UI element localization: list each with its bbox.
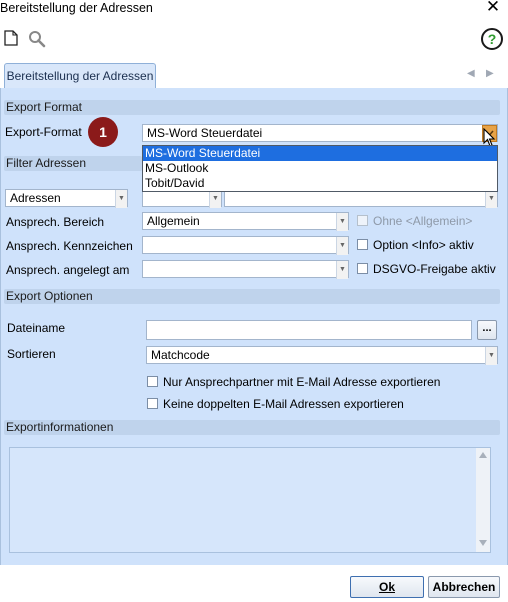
chevron-down-icon[interactable]: ▼	[209, 190, 221, 208]
step-badge: 1	[88, 117, 118, 147]
ohne-allgemein-checkbox[interactable]	[357, 215, 368, 226]
sortieren-label: Sortieren	[7, 347, 56, 361]
ansprech-bereich-value: Allgemein	[147, 214, 200, 228]
option-info-checkbox[interactable]	[357, 239, 368, 250]
option-info-label: Option <Info> aktiv	[373, 238, 474, 252]
export-format-label: Export-Format	[5, 125, 82, 139]
dsgvo-label: DSGVO-Freigabe aktiv	[373, 262, 496, 276]
scroll-up-icon[interactable]	[479, 452, 487, 458]
dsgvo-checkbox[interactable]	[357, 263, 368, 274]
toolbar	[0, 18, 508, 60]
cancel-button[interactable]: Abbrechen	[428, 576, 500, 598]
ok-button[interactable]: Ok	[350, 576, 424, 598]
dateiname-label: Dateiname	[7, 321, 66, 335]
filter-type-select[interactable]: Adressen ▼	[5, 189, 128, 208]
sortieren-value: Matchcode	[151, 348, 210, 362]
ansprech-kennzeichen-label: Ansprech. Kennzeichen	[6, 239, 133, 253]
tab-scroll-left-icon[interactable]: ◀	[467, 68, 475, 79]
browse-button[interactable]: ...	[477, 320, 497, 340]
dropdown-option-ms-outlook[interactable]: MS-Outlook	[143, 161, 497, 176]
no-duplicates-label: Keine doppelten E-Mail Adressen exportie…	[163, 397, 404, 411]
section-export-format: Export Format	[4, 100, 500, 115]
new-document-icon[interactable]	[4, 30, 18, 46]
only-email-label: Nur Ansprechpartner mit E-Mail Adresse e…	[163, 375, 441, 389]
chevron-down-icon[interactable]: ▼	[336, 261, 348, 279]
export-info-scrollbar[interactable]	[476, 448, 490, 552]
ansprech-bereich-select[interactable]: Allgemein ▼	[142, 212, 349, 231]
chevron-down-icon[interactable]: ▼	[115, 190, 127, 208]
search-icon[interactable]	[28, 30, 46, 48]
tab-scroll-right-icon[interactable]: ▶	[486, 68, 494, 79]
ansprech-angelegt-select[interactable]: ▼	[142, 260, 349, 279]
ansprech-angelegt-label: Ansprech. angelegt am	[6, 263, 130, 277]
help-icon[interactable]: ?	[481, 28, 503, 50]
export-format-select[interactable]: MS-Word Steuerdatei	[142, 124, 498, 142]
ansprech-kennzeichen-select[interactable]: ▼	[142, 236, 349, 255]
no-duplicates-checkbox[interactable]	[147, 398, 158, 409]
ohne-allgemein-label: Ohne <Allgemein>	[373, 214, 473, 228]
export-format-value: MS-Word Steuerdatei	[147, 126, 263, 140]
section-filter-adressen: Filter Adressen	[4, 156, 142, 171]
sortieren-select[interactable]: Matchcode ▼	[146, 346, 498, 365]
chevron-down-icon[interactable]: ▼	[485, 190, 497, 208]
dateiname-input[interactable]	[146, 320, 472, 340]
dropdown-option-ms-word[interactable]: MS-Word Steuerdatei	[143, 146, 497, 161]
scroll-down-icon[interactable]	[479, 540, 487, 546]
only-email-checkbox[interactable]	[147, 376, 158, 387]
export-format-dropdown-list: MS-Word Steuerdatei MS-Outlook Tobit/Dav…	[142, 145, 498, 192]
section-export-optionen: Export Optionen	[4, 289, 500, 304]
filter-type-value: Adressen	[10, 191, 61, 205]
section-exportinformationen: Exportinformationen	[4, 420, 500, 435]
tab-bereitstellung[interactable]: Bereitstellung der Adressen	[4, 63, 156, 89]
chevron-down-icon[interactable]: ▼	[485, 347, 497, 365]
export-info-textarea[interactable]	[9, 447, 491, 553]
chevron-down-icon[interactable]: ▼	[336, 213, 348, 231]
dropdown-option-tobit-david[interactable]: Tobit/David	[143, 176, 497, 191]
window-title: Bereitstellung der Adressen	[0, 1, 153, 15]
close-icon[interactable]: ✕	[484, 0, 502, 16]
ansprech-bereich-label: Ansprech. Bereich	[6, 215, 105, 229]
chevron-down-icon[interactable]: ▼	[336, 237, 348, 255]
